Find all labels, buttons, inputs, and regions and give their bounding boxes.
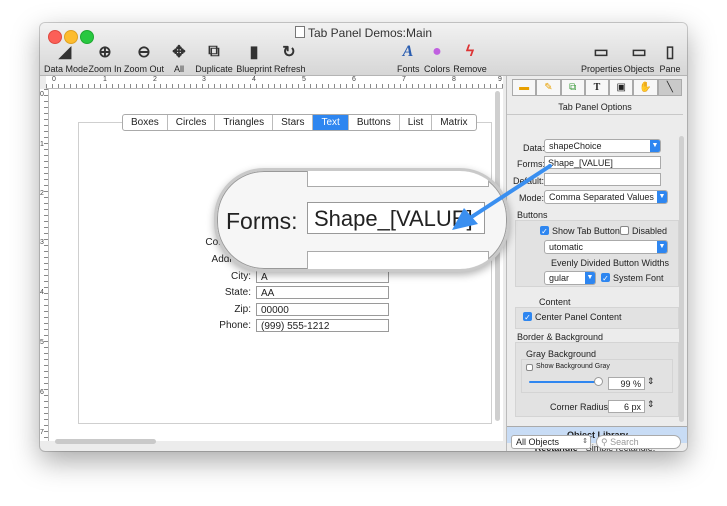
inspector-tabs: ▬ ✎ ⧉ T ▣ ✋ ╲ — [512, 79, 682, 96]
system-font-label: System Font — [613, 273, 664, 283]
refresh-icon: ↻ — [282, 44, 296, 61]
system-font-checkbox[interactable]: ✓ — [601, 273, 610, 283]
divider — [507, 114, 683, 115]
phone-field[interactable]: (999) 555-1212 — [256, 319, 389, 332]
pane-icon: ▯ — [665, 44, 675, 61]
remove-icon: ϟ — [465, 43, 475, 60]
phone-label: Phone: — [219, 320, 251, 331]
blueprint-icon: ▮ — [249, 44, 259, 61]
tab-boxes[interactable]: Boxes — [123, 115, 168, 130]
colors-button[interactable]: ● Colors — [424, 42, 450, 74]
zip-label: Zip: — [234, 304, 251, 315]
pencil-tab[interactable]: ✎ — [536, 79, 561, 96]
horizontal-ruler: 0 1 2 3 4 5 6 7 8 9 — [46, 76, 503, 89]
all-icon: ✥ — [172, 44, 186, 61]
library-search-input[interactable]: ⚲ Search — [596, 435, 681, 449]
shape-props-tab[interactable]: ▬ — [512, 79, 537, 96]
pane-button[interactable]: ▯ Pane — [657, 42, 683, 74]
objects-button[interactable]: ▭ Objects — [623, 42, 655, 74]
zoom-in-icon: ⊕ — [98, 44, 112, 61]
gray-percent-field[interactable]: 99 % — [608, 377, 645, 390]
show-background-gray-checkbox[interactable] — [526, 364, 533, 371]
tab-stars[interactable]: Stars — [273, 115, 314, 130]
properties-icon: ▭ — [593, 44, 609, 61]
chevron-down-icon: ▼ — [585, 272, 595, 284]
fonts-icon: A — [402, 43, 414, 60]
button-style-select[interactable]: utomatic ▼ — [544, 240, 668, 254]
title-bar: Tab Panel Demos:Main ◢ Data Mode ⊕ Zoom In… — [40, 23, 687, 76]
corner-radius-label: Corner Radius: — [550, 402, 611, 412]
duplicate-button[interactable]: ⧉ Duplicate — [195, 42, 233, 74]
gray-background-label: Gray Background — [526, 349, 597, 359]
fonts-button[interactable]: A Fonts — [397, 42, 420, 74]
tab-list[interactable]: List — [400, 115, 433, 130]
zoom-out-icon: ⊖ — [137, 44, 151, 61]
mode-select[interactable]: Comma Separated Values ▼ — [544, 190, 668, 204]
state-field[interactable]: AA — [256, 286, 389, 299]
center-panel-label: Center Panel Content — [535, 312, 622, 322]
zoom-out-button[interactable]: ⊖ Zoom Out — [124, 42, 164, 74]
tab-circles[interactable]: Circles — [168, 115, 216, 130]
panel-scrollbar[interactable] — [679, 136, 684, 422]
remove-button[interactable]: ϟ Remove — [453, 42, 487, 74]
image-tab[interactable]: ▣ — [609, 79, 634, 96]
city-label: City: — [231, 271, 251, 282]
document-icon — [294, 26, 305, 38]
state-label: State: — [224, 287, 251, 298]
canvas-horizontal-scrollbar[interactable] — [55, 439, 156, 444]
tab-matrix[interactable]: Matrix — [432, 115, 475, 130]
chevron-down-icon: ▼ — [657, 241, 667, 253]
zoom-in-button[interactable]: ⊕ Zoom In — [88, 42, 122, 74]
tab-panel-tabs: Boxes Circles Triangles Stars Text Butto… — [122, 114, 477, 131]
tab-buttons[interactable]: Buttons — [349, 115, 400, 130]
colors-icon: ● — [432, 43, 442, 60]
search-icon: ⚲ — [601, 437, 611, 447]
default-field[interactable] — [544, 173, 661, 186]
chevron-down-icon: ▼ — [650, 140, 660, 152]
inspector-panel: ▬ ✎ ⧉ T ▣ ✋ ╲ Tab Panel Options Data: sh… — [506, 76, 687, 451]
window-title: Tab Panel Demos:Main — [40, 26, 687, 40]
gray-slider-thumb[interactable] — [594, 377, 603, 386]
corner-radius-field[interactable]: 6 px — [608, 400, 645, 413]
center-panel-checkbox[interactable]: ✓ — [523, 312, 532, 322]
evenly-divided-label: Evenly Divided Button Widths — [551, 258, 670, 268]
wand-tab[interactable]: ╲ — [657, 79, 682, 96]
data-select[interactable]: shapeChoice ▼ — [544, 139, 661, 153]
disabled-label: Disabled — [632, 226, 668, 236]
border-heading: Border & Background — [517, 332, 604, 342]
duplicate-icon: ⧉ — [208, 43, 220, 60]
layout-tab[interactable]: ⧉ — [560, 79, 585, 96]
blueprint-button[interactable]: ▮ Blueprint — [236, 42, 272, 74]
forms-field[interactable]: Shape_[VALUE] — [544, 156, 661, 169]
chevron-down-icon: ⇕ — [580, 436, 590, 448]
objects-icon: ▭ — [631, 44, 647, 61]
tab-text[interactable]: Text — [313, 115, 349, 130]
tab-triangles[interactable]: Triangles — [215, 115, 274, 130]
all-button[interactable]: ✥ All — [168, 42, 190, 74]
data-label: Data: — [523, 143, 545, 153]
stepper-icon[interactable]: ⇕ — [647, 399, 655, 410]
zip-field[interactable]: 00000 — [256, 303, 389, 316]
show-background-gray-label: Show Background Gray — [536, 363, 610, 370]
chevron-down-icon: ▼ — [657, 191, 667, 203]
callout-arrow — [452, 164, 552, 230]
show-tab-buttons-label: Show Tab Buttons — [552, 226, 625, 236]
hand-tab[interactable]: ✋ — [633, 79, 658, 96]
vertical-ruler: 0 1 2 3 4 5 6 7 — [40, 89, 49, 441]
panel-heading: Tab Panel Options — [558, 102, 632, 112]
data-mode-icon: ◢ — [58, 44, 72, 61]
text-tab[interactable]: T — [584, 79, 610, 96]
object-filter-select[interactable]: All Objects ⇕ — [511, 435, 591, 449]
zoom-ghost-field-bottom — [307, 251, 489, 269]
properties-button[interactable]: ▭ Properties — [581, 42, 622, 74]
stepper-icon[interactable]: ⇕ — [647, 376, 655, 387]
zoom-forms-label: Forms: — [226, 208, 298, 234]
data-mode-button[interactable]: ◢ Data Mode — [44, 42, 88, 74]
disabled-checkbox[interactable] — [620, 226, 629, 235]
content-heading: Content — [539, 297, 571, 307]
refresh-button[interactable]: ↻ Refresh — [274, 42, 306, 74]
gray-slider-track[interactable] — [529, 381, 599, 383]
control-size-select[interactable]: gular ▼ — [544, 271, 596, 285]
